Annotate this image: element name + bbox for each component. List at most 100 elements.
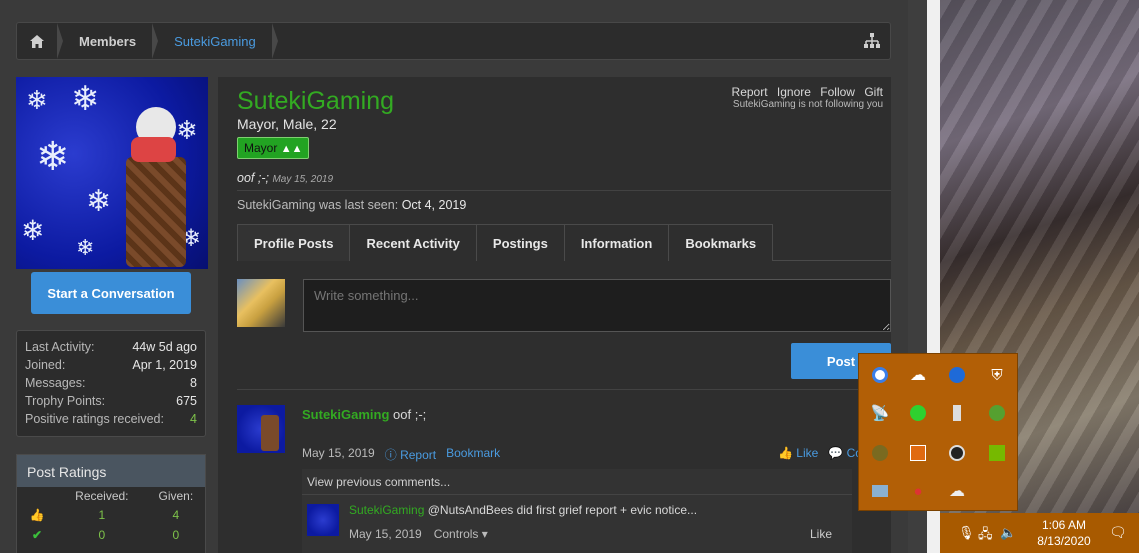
report-link[interactable]: Report — [732, 85, 768, 99]
comment-meta: May 15, 2019 Controls ▾ — [349, 527, 488, 541]
check-icon: ✔ — [31, 528, 43, 542]
mayor-badge: Mayor ▲▲ — [237, 137, 310, 159]
rating-row: 👍 1 4 — [17, 505, 205, 525]
home-crumb[interactable] — [17, 23, 63, 59]
tab-profile-posts[interactable]: Profile Posts — [237, 224, 351, 261]
mountain-icon: ▲▲ — [280, 143, 303, 155]
tab-bookmarks[interactable]: Bookmarks — [668, 224, 774, 261]
post-ratings-title: Post Ratings — [17, 455, 205, 487]
profile-actions: Report Ignore Follow Gift SutekiGaming i… — [726, 85, 883, 110]
start-conversation-button[interactable]: Start a Conversation — [31, 272, 191, 314]
snowflake-icon: ❄ — [86, 185, 112, 218]
tool-icon[interactable] — [869, 480, 891, 502]
post-text: oof ;-; — [393, 407, 427, 422]
rating-row: ✔ 0 0 — [17, 525, 205, 545]
comment-author-link[interactable]: SutekiGaming — [349, 503, 424, 517]
profile-main: SutekiGaming Mayor, Male, 22 Mayor ▲▲ oo… — [218, 77, 891, 553]
follow-status: SutekiGaming is not following you — [732, 99, 883, 110]
ratings-table: Received: Given: 👍 1 4 ✔ 0 0 — [17, 487, 205, 545]
avatar-character — [121, 102, 191, 267]
profile-post-input[interactable] — [303, 279, 891, 332]
bluetooth-icon[interactable] — [946, 364, 968, 386]
post-report-link[interactable]: ⓘ Report — [385, 446, 436, 463]
received-header: Received: — [75, 489, 129, 503]
snowflake-icon: ❄ — [76, 235, 95, 260]
comment-avatar[interactable] — [307, 504, 339, 536]
snowflake-icon: ❄ — [71, 80, 100, 118]
taskbar: 🎙 🖧 🔈 1:06 AM 8/13/2020 🗨 — [940, 513, 1139, 553]
usb-icon[interactable] — [946, 402, 968, 424]
post-author-link[interactable]: SutekiGaming — [302, 407, 389, 422]
info-icon: ⓘ — [384, 448, 397, 462]
follow-link[interactable]: Follow — [820, 85, 855, 99]
profile-username: SutekiGaming — [237, 87, 395, 115]
onedrive-icon[interactable]: ☁ — [946, 480, 968, 502]
snowflake-icon: ❄ — [26, 85, 48, 115]
post-meta: May 15, 2019 ⓘ Report Bookmark — [302, 446, 500, 463]
game-icon[interactable] — [986, 402, 1008, 424]
snowflake-icon: ❄ — [21, 215, 45, 246]
chrome-icon[interactable] — [869, 364, 891, 386]
post-like-link[interactable]: 👍 Like — [778, 446, 818, 460]
ignore-link[interactable]: Ignore — [777, 85, 811, 99]
post-date[interactable]: May 15, 2019 — [302, 446, 375, 463]
given-header: Given: — [158, 489, 194, 503]
post-author-avatar[interactable] — [237, 405, 285, 453]
stat-messages: Messages: 8 — [25, 376, 197, 390]
comment-icon: 💬 — [828, 446, 844, 460]
chevron-down-icon: ▾ — [481, 527, 488, 541]
post-actions: 👍 Like 💬 Con — [778, 446, 869, 460]
profile-tabs: Profile Posts Recent Activity Postings I… — [237, 224, 891, 261]
last-seen: SutekiGaming was last seen: Oct 4, 2019 — [237, 198, 467, 212]
comment-date[interactable]: May 15, 2019 — [349, 527, 422, 541]
comment-text: SutekiGaming @NutsAndBees did first grie… — [349, 503, 698, 517]
cloud-green-icon[interactable] — [907, 402, 929, 424]
forum-page: Members SutekiGaming ❄ ❄ ❄ ❄ ❄ ❄ ❄ ❄ Sta… — [0, 0, 908, 553]
divider — [302, 494, 852, 495]
stat-joined: Joined: Apr 1, 2019 — [25, 358, 197, 372]
divider — [237, 389, 891, 390]
my-avatar — [237, 279, 285, 327]
volume-icon[interactable]: 🔈 — [1000, 525, 1016, 541]
home-icon — [30, 34, 44, 48]
microphone-icon[interactable]: ● — [907, 480, 929, 502]
thumbs-up-icon: 👍 — [778, 446, 793, 460]
crumb-user[interactable]: SutekiGaming — [152, 23, 278, 59]
security-shield-icon[interactable]: ⛨ — [986, 364, 1008, 386]
view-previous-comments-link[interactable]: View previous comments... — [307, 475, 450, 489]
post-header: SutekiGaming oof ;-; — [302, 407, 426, 422]
comments-section: View previous comments... SutekiGaming @… — [302, 469, 852, 553]
snowflake-icon: ❄ — [36, 135, 70, 179]
obs-icon[interactable] — [946, 442, 968, 464]
profile-avatar[interactable]: ❄ ❄ ❄ ❄ ❄ ❄ ❄ ❄ — [16, 77, 208, 269]
cloud-upload-icon[interactable]: ☁ — [907, 364, 929, 386]
satellite-icon[interactable]: 📡 — [869, 402, 891, 424]
taskbar-clock[interactable]: 1:06 AM 8/13/2020 — [1024, 517, 1104, 549]
post-ratings-panel: Post Ratings Received: Given: 👍 1 4 ✔ 0 … — [16, 454, 206, 553]
profile-status: oof ;-; May 15, 2019 — [237, 171, 334, 185]
stat-last-activity: Last Activity: 44w 5d ago — [25, 340, 197, 354]
network-icon[interactable]: 🖧 — [978, 525, 993, 547]
divider — [237, 190, 891, 191]
comment-like-link[interactable]: Like — [810, 527, 832, 541]
crumb-members[interactable]: Members — [57, 23, 159, 59]
stat-trophy-points: Trophy Points: 675 — [25, 394, 197, 408]
breadcrumb: Members SutekiGaming — [16, 22, 891, 60]
microphone-icon[interactable]: 🎙 — [958, 525, 975, 541]
tab-information[interactable]: Information — [563, 224, 670, 261]
comment-controls-dropdown[interactable]: Controls ▾ — [434, 527, 488, 541]
member-stats: Last Activity: 44w 5d ago Joined: Apr 1, 2… — [16, 330, 206, 437]
sitemap-icon[interactable] — [864, 33, 880, 52]
thumbs-up-icon: 👍 — [29, 508, 45, 522]
steam-mini-icon[interactable] — [869, 442, 891, 464]
post-bookmark-link[interactable]: Bookmark — [446, 446, 500, 463]
gift-link[interactable]: Gift — [864, 85, 883, 99]
profile-user-title: Mayor, Male, 22 — [237, 116, 337, 132]
tab-recent-activity[interactable]: Recent Activity — [349, 224, 477, 261]
nvidia-icon[interactable] — [986, 442, 1008, 464]
tab-postings[interactable]: Postings — [475, 224, 565, 261]
notification-icon[interactable]: 🗨 — [1109, 524, 1127, 542]
fire-icon[interactable] — [907, 442, 929, 464]
stat-positive-ratings: Positive ratings received: 4 — [25, 412, 197, 426]
system-tray-popup: ☁ ⛨ 📡 ● ☁ — [858, 353, 1018, 511]
